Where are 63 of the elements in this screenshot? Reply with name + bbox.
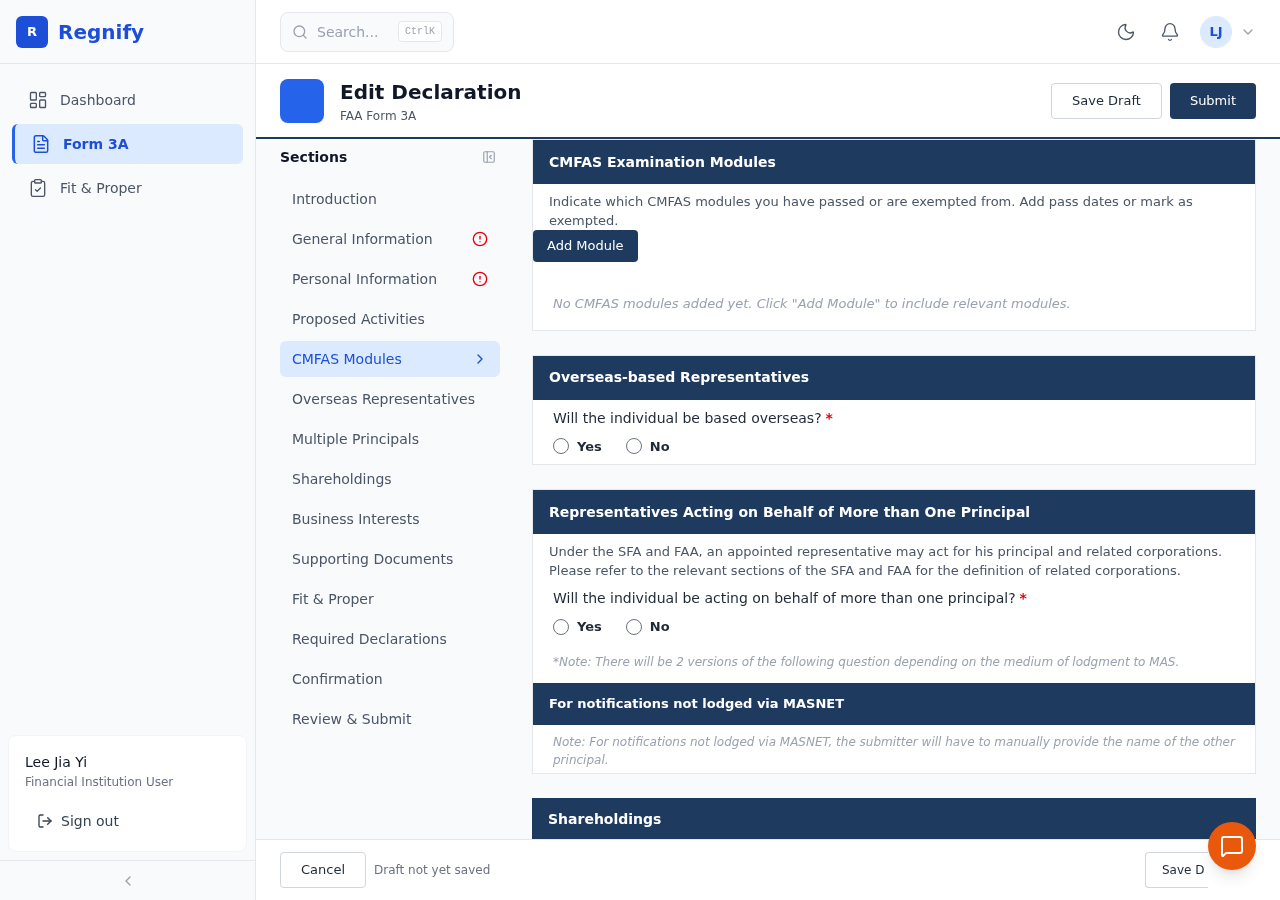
- section-link[interactable]: Introduction: [280, 181, 500, 217]
- section-link[interactable]: Supporting Documents: [280, 541, 500, 577]
- section-link[interactable]: General Information: [280, 221, 500, 257]
- submit-button[interactable]: Submit: [1169, 82, 1256, 119]
- question-text: Will the individual be based overseas? *: [553, 408, 834, 428]
- notification-icon[interactable]: [1160, 21, 1180, 42]
- card-description: Under the SFA and FAA, an appointed representative may act for his principal and related corporations. Please refer to the relevant sections of the SFA and FAA for the definition of related corporations.: [548, 543, 1224, 580]
- logo-mark: R: [16, 15, 48, 48]
- sections-title: Sections: [280, 147, 348, 167]
- dashboard-icon: [28, 90, 48, 110]
- dark-mode-icon[interactable]: [1116, 21, 1136, 42]
- section-link[interactable]: Proposed Activities: [280, 301, 500, 337]
- radio-label: Yes: [577, 618, 602, 636]
- note-text: *Note: There will be 2 versions of the following question depending on the medium of lodgment to MAS.: [552, 653, 1181, 671]
- user-avatar[interactable]: LJ: [1200, 15, 1232, 48]
- radio-button[interactable]: [625, 618, 642, 635]
- sign-out-button[interactable]: Sign out: [25, 803, 131, 839]
- section-link[interactable]: Review & Submit: [280, 701, 500, 737]
- radio-label: No: [649, 618, 670, 636]
- page-subtitle: FAA Form 3A: [340, 107, 418, 125]
- section-link[interactable]: Overseas Representatives: [280, 381, 500, 417]
- document-icon: [31, 134, 51, 154]
- nav-item[interactable]: Dashboard: [12, 80, 243, 120]
- section-link[interactable]: Required Declarations: [280, 621, 500, 657]
- section-link[interactable]: Business Interests: [280, 501, 500, 537]
- brand-name: Regnify: [58, 18, 145, 46]
- required-mark: *: [1019, 590, 1027, 606]
- radio-label: No: [649, 437, 670, 456]
- form-icon-tile: [280, 78, 324, 123]
- add-module-button[interactable]: Add Module: [533, 230, 638, 262]
- nav-item[interactable]: Fit & Proper: [12, 168, 243, 208]
- card-description: Indicate which CMFAS modules you have passed or are exempted from. Add pass dates or mark as exempted.: [548, 193, 1194, 230]
- empty-message: No CMFAS modules added yet. Click "Add Module" to include relevant modules.: [552, 295, 1072, 313]
- section-link[interactable]: Multiple Principals: [280, 421, 500, 457]
- note-text: Note: For notifications not lodged via MASNET, the submitter will have to manually provide the name of the other principal.: [552, 733, 1237, 769]
- page-title: Edit Declaration: [340, 78, 522, 106]
- section-link[interactable]: Personal Information: [280, 261, 500, 297]
- nav-item[interactable]: Form 3A: [12, 124, 243, 164]
- section-link[interactable]: Confirmation: [280, 661, 500, 697]
- section-link[interactable]: Fit & Proper: [280, 581, 500, 617]
- card-header: CMFAS Examination Modules: [533, 140, 1255, 184]
- cancel-button[interactable]: Cancel: [280, 852, 367, 888]
- subsection-header: For notifications not lodged via MASNET: [533, 682, 1255, 725]
- card-header: Shareholdings: [532, 797, 1256, 839]
- sign-out-icon: [37, 813, 53, 829]
- save-draft-button[interactable]: Save D: [1145, 852, 1208, 888]
- save-draft-button[interactable]: Save Draft: [1051, 82, 1162, 119]
- section-link[interactable]: CMFAS Modules: [280, 341, 500, 377]
- clipboard-check-icon: [28, 178, 48, 198]
- radio-button[interactable]: [553, 618, 569, 635]
- required-mark: *: [825, 409, 833, 426]
- section-link[interactable]: Shareholdings: [280, 461, 500, 497]
- radio-button[interactable]: [553, 438, 569, 455]
- chat-icon: [1220, 834, 1244, 858]
- card-header: Overseas-based Representatives: [533, 355, 1255, 400]
- radio-label: Yes: [577, 437, 602, 456]
- user-role: Financial Institution User: [25, 774, 175, 791]
- search-icon: [292, 23, 308, 40]
- user-name: Lee Jia Yi: [25, 753, 89, 772]
- radio-button[interactable]: [625, 438, 642, 455]
- question-text: Will the individual be acting on behalf of more than one principal? *: [553, 589, 1028, 608]
- draft-status: Draft not yet saved: [374, 862, 491, 879]
- card-header: Representatives Acting on Behalf of More than One Principal: [533, 490, 1255, 534]
